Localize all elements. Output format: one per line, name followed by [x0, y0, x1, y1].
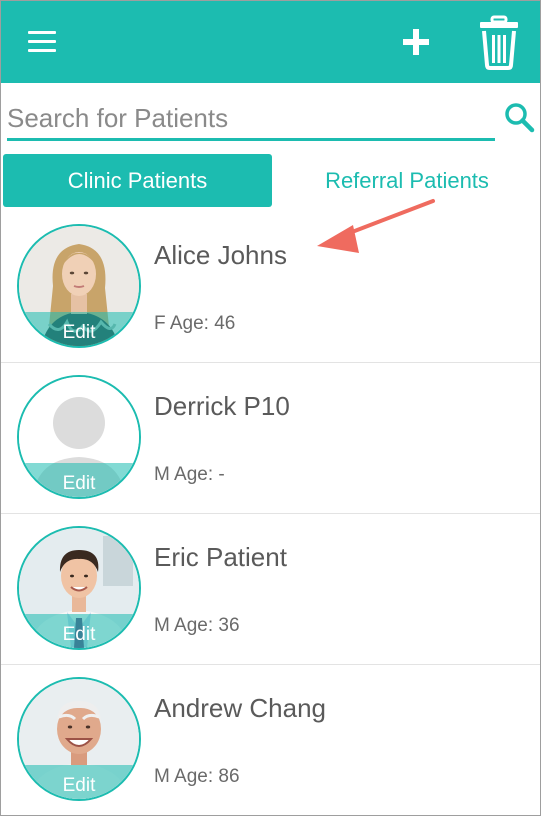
patient-name: Alice Johns — [154, 240, 287, 270]
tab-clinic-patients[interactable]: Clinic Patients — [3, 154, 272, 207]
edit-button[interactable]: Edit — [19, 473, 139, 495]
search-icon[interactable] — [503, 101, 537, 135]
patient-name: Andrew Chang — [154, 693, 326, 723]
patient-meta: M Age: - — [154, 464, 225, 485]
app-bar — [1, 1, 540, 83]
patient-row[interactable]: Edit Eric Patient M Age: 36 — [1, 514, 540, 665]
patient-list: Edit Alice Johns F Age: 46 Edit Derrick … — [1, 212, 540, 815]
patient-name: Eric Patient — [154, 542, 287, 572]
search-input[interactable] — [7, 99, 495, 141]
trash-icon[interactable] — [475, 13, 523, 71]
search-bar — [1, 83, 540, 147]
patient-row[interactable]: Edit Andrew Chang M Age: 86 — [1, 665, 540, 815]
avatar[interactable]: Edit — [17, 224, 141, 348]
tab-referral-patients[interactable]: Referral Patients — [297, 154, 517, 207]
patient-meta: F Age: 46 — [154, 313, 236, 334]
avatar[interactable]: Edit — [17, 526, 141, 650]
patient-meta: M Age: 36 — [154, 615, 240, 636]
edit-button[interactable]: Edit — [19, 322, 139, 344]
patient-row[interactable]: Edit Derrick P10 M Age: - — [1, 363, 540, 514]
hamburger-menu-icon[interactable] — [25, 27, 61, 57]
edit-button[interactable]: Edit — [19, 775, 139, 797]
avatar[interactable]: Edit — [17, 375, 141, 499]
app-screen: Clinic Patients Referral Patients — [0, 0, 541, 816]
edit-button[interactable]: Edit — [19, 624, 139, 646]
plus-icon[interactable] — [397, 23, 435, 61]
avatar[interactable]: Edit — [17, 677, 141, 801]
patient-row[interactable]: Edit Alice Johns F Age: 46 — [1, 212, 540, 363]
patient-name: Derrick P10 — [154, 391, 290, 421]
patient-meta: M Age: 86 — [154, 766, 240, 787]
